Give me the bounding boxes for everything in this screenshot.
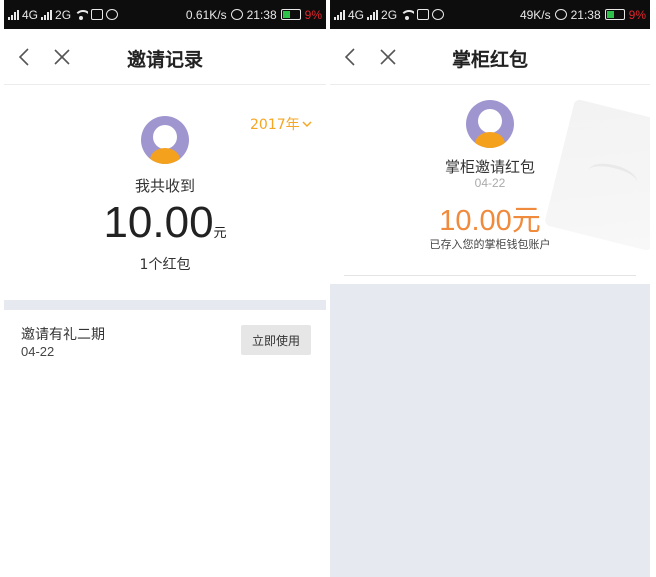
network-speed: 49K/s — [519, 7, 551, 22]
avatar — [141, 116, 189, 164]
page-title: 邀请记录 — [126, 49, 203, 71]
image-icon — [91, 9, 104, 20]
chat-icon — [106, 9, 119, 20]
record-name: 邀请有礼二期 — [21, 327, 105, 343]
summary-label: 我共收到 — [134, 177, 195, 195]
chevron-down-icon — [302, 121, 312, 128]
network-speed: 0.61K/s — [185, 7, 227, 22]
battery-percent: 9% — [628, 7, 646, 22]
signal-icon-secondary — [367, 9, 379, 20]
network-type-2g: 2G — [55, 7, 72, 22]
page-title: 掌柜红包 — [451, 49, 528, 71]
empty-content-area — [330, 284, 650, 577]
red-packet-screen: 4G 2G 49K/s 21:38 9% 掌柜红包 掌柜邀请红包 04-22 1… — [330, 0, 650, 577]
year-dropdown[interactable]: 2017年 — [250, 114, 312, 134]
wifi-icon — [400, 9, 415, 20]
packet-count: 1个红包 — [139, 257, 191, 273]
red-packet-amount: 10.00元 — [439, 205, 541, 237]
section-divider — [4, 300, 326, 310]
network-type-4g: 4G — [348, 7, 365, 22]
battery-icon — [604, 9, 625, 20]
network-type-4g: 4G — [22, 7, 39, 22]
invite-records-screen: 4G 2G 0.61K/s 21:38 9% 邀请记录 2017年 我共收到 1… — [4, 0, 326, 577]
total-amount-value: 10.00 — [103, 198, 214, 247]
use-now-button[interactable]: 立即使用 — [241, 325, 311, 355]
avatar — [466, 100, 514, 148]
red-packet-date: 04-22 — [474, 176, 506, 190]
signal-icon — [8, 9, 19, 20]
image-icon — [417, 9, 430, 20]
total-amount-unit: 元 — [213, 226, 227, 241]
clock: 21:38 — [246, 7, 277, 22]
wifi-icon — [74, 9, 89, 20]
signal-icon — [334, 9, 345, 20]
battery-percent: 9% — [304, 7, 322, 22]
alarm-icon — [554, 9, 567, 20]
list-item: 邀请有礼二期 04-22 立即使用 — [4, 310, 326, 370]
red-packet-name: 掌柜邀请红包 — [444, 158, 535, 176]
alarm-icon — [230, 9, 243, 20]
record-date: 04-22 — [21, 344, 55, 359]
total-amount: 10.00元 — [4, 198, 326, 248]
chat-icon — [432, 9, 445, 20]
year-label: 2017年 — [250, 117, 300, 133]
status-bar: 4G 2G 49K/s 21:38 9% — [330, 0, 650, 29]
status-bar: 4G 2G 0.61K/s 21:38 9% — [4, 0, 326, 29]
title-bar: 邀请记录 — [4, 29, 326, 85]
deposit-note: 已存入您的掌柜钱包账户 — [429, 238, 551, 251]
clock: 21:38 — [570, 7, 601, 22]
divider — [344, 275, 636, 276]
battery-icon — [280, 9, 301, 20]
signal-icon-secondary — [41, 9, 53, 20]
network-type-2g: 2G — [381, 7, 398, 22]
title-bar: 掌柜红包 — [330, 29, 650, 85]
